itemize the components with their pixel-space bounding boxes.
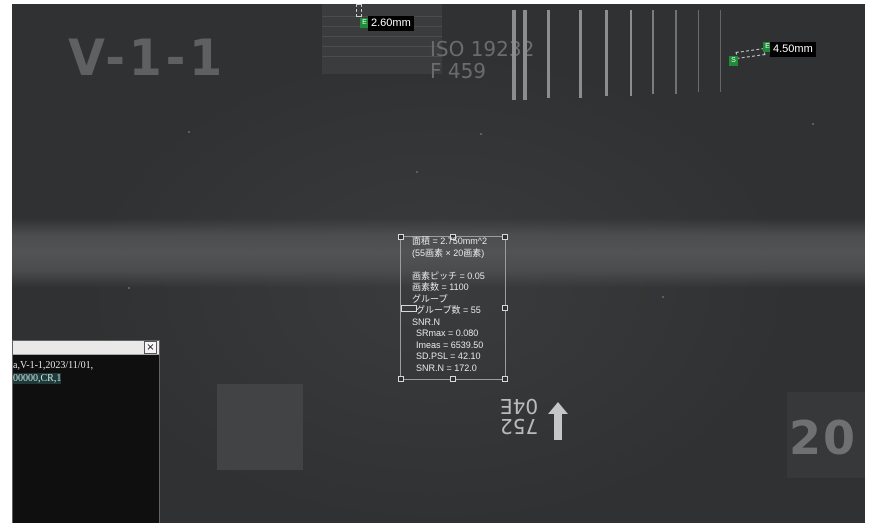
panel-titlebar[interactable]: × [13, 341, 159, 355]
roi-group-header: グループ [412, 293, 448, 304]
ruler2-value-label: 4.50mm [770, 42, 816, 57]
roi-group-count: グループ数 = 55 [416, 305, 481, 315]
ruler1-value-label: 2.60mm [368, 16, 414, 31]
lead-marker: 04E 752 [500, 394, 590, 446]
roi-area: 面積 = 2.750mm^2 [412, 236, 488, 246]
roi-size: (55画素 × 20画素) [412, 247, 485, 258]
roi-snr-header: SNR.N [412, 316, 441, 327]
roi-srmax: SRmax = 0.080 [416, 328, 479, 338]
roi-handle-bl[interactable] [398, 376, 404, 382]
radiograph-viewer[interactable]: V-1-1 ISO 19232 F 459 E 2.60mm S E 4.50m… [12, 4, 865, 523]
roi-sdpsl: SD.PSL = 42.10 [416, 351, 481, 361]
iqi-text-line1: ISO 19232 [430, 37, 535, 61]
roi-pixel-count: 画素数 = 1100 [412, 282, 469, 292]
roi-snrn: SNR.N = 172.0 [416, 362, 477, 373]
roi-handle-tl[interactable] [398, 234, 404, 240]
roi-pixel-pitch: 画素ピッチ = 0.05 [412, 270, 485, 281]
penetrameter-block [217, 384, 303, 470]
text-info-panel[interactable]: × a,V-1-1,2023/11/01, 00000,CR,1 [12, 340, 160, 523]
panel-line-2: 00000,CR,1 [13, 373, 62, 384]
plate-label-left: V-1-1 [68, 29, 227, 87]
ruler1-line[interactable] [356, 4, 362, 17]
iqi-plate-left [322, 4, 442, 74]
roi-statistics: 面積 = 2.750mm^2 (55画素 × 20画素) 画素ピッチ = 0.0… [412, 236, 522, 374]
ruler2-line[interactable] [735, 48, 766, 59]
plate-label-right: 20 [789, 411, 858, 465]
panel-line-1: a,V-1-1,2023/11/01, [13, 360, 94, 371]
ruler2-start-marker[interactable]: S [729, 56, 738, 66]
close-icon[interactable]: × [144, 341, 157, 354]
iqi-text-line2: F 459 [430, 59, 487, 83]
roi-handle-br[interactable] [502, 376, 508, 382]
arrow-up-icon [548, 402, 568, 440]
roi-handle-bc[interactable] [450, 376, 456, 382]
roi-imeas: Imeas = 6539.50 [416, 339, 484, 350]
